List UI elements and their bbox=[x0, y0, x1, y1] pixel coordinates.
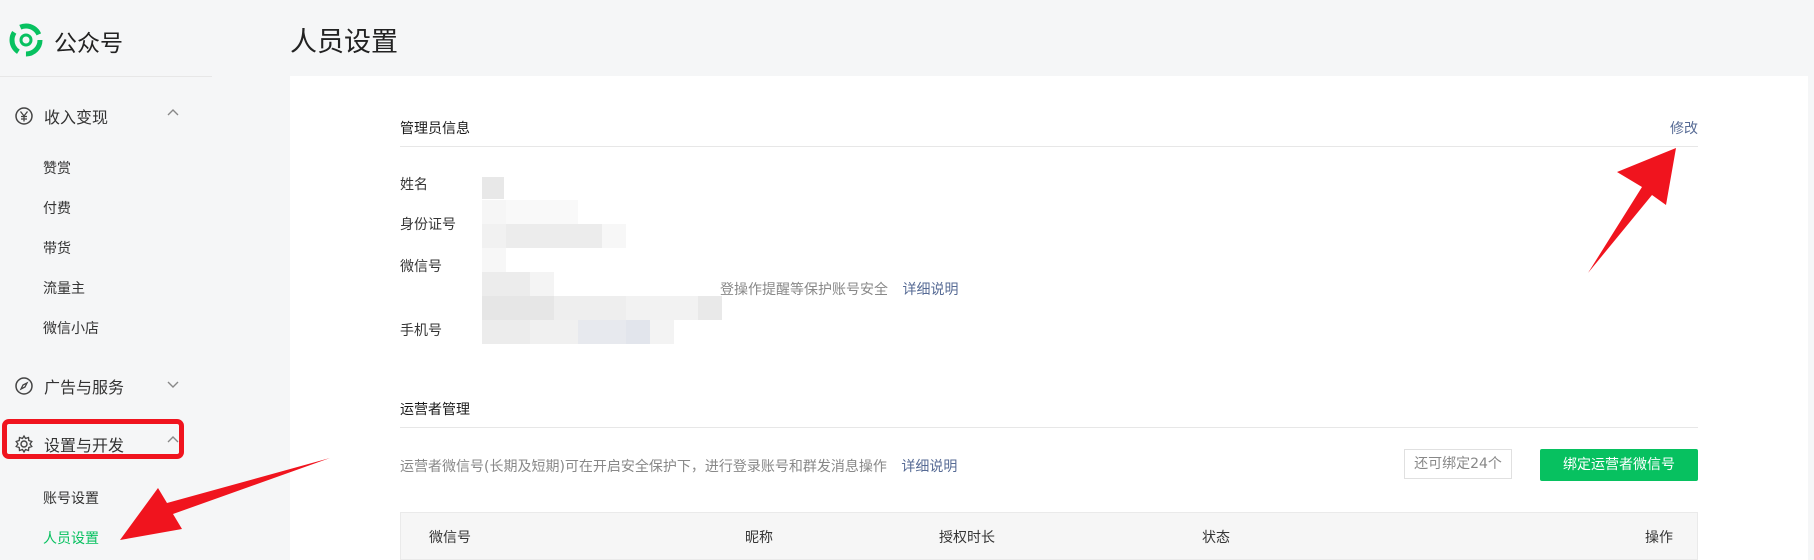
sidebar-item-account-settings[interactable]: 账号设置 bbox=[43, 488, 99, 508]
sidebar-item-people-settings[interactable]: 人员设置 bbox=[43, 528, 99, 548]
sidebar-item-reward[interactable]: 赞赏 bbox=[43, 158, 71, 178]
wechat-detail-link[interactable]: 详细说明 bbox=[902, 282, 958, 298]
compass-icon bbox=[15, 377, 33, 395]
page-title: 人员设置 bbox=[290, 27, 398, 58]
operators-hint-text: 运营者微信号(长期及短期)可在开启安全保护下，进行登录账号和群发消息操作 bbox=[400, 459, 887, 475]
operators-hint: 运营者微信号(长期及短期)可在开启安全保护下，进行登录账号和群发消息操作 详细说… bbox=[400, 456, 957, 476]
column-header-auth-duration: 授权时长 bbox=[939, 530, 995, 546]
section-divider bbox=[400, 427, 1698, 428]
sidebar-item-traffic-owner[interactable]: 流量主 bbox=[43, 278, 85, 298]
sidebar-item-sales[interactable]: 带货 bbox=[43, 238, 71, 258]
sidebar-item-paid[interactable]: 付费 bbox=[43, 198, 71, 218]
section-divider bbox=[400, 146, 1698, 147]
nav-group-label: 广告与服务 bbox=[44, 378, 125, 397]
admin-section-title: 管理员信息 bbox=[400, 121, 470, 137]
column-header-status: 状态 bbox=[1202, 530, 1230, 546]
wechat-official-account-logo-icon bbox=[9, 23, 43, 57]
column-header-actions: 操作 bbox=[1645, 530, 1673, 546]
nav-group-label: 收入变现 bbox=[44, 108, 109, 127]
wechat-security-hint: 登操作提醒等保护账号安全 详细说明 bbox=[720, 279, 958, 299]
annotation-highlight-box bbox=[2, 419, 184, 459]
sidebar: 公众号 收入变现 赞赏 付费 带货 流量主 微信小店 广告与服务 设置与开发 账… bbox=[0, 0, 290, 560]
column-header-wechat-id: 微信号 bbox=[429, 530, 471, 546]
operators-table-header: 微信号 昵称 授权时长 状态 操作 bbox=[400, 512, 1698, 560]
chevron-up-icon[interactable] bbox=[165, 105, 181, 121]
sidebar-divider bbox=[0, 76, 212, 77]
name-label: 姓名 bbox=[400, 177, 428, 193]
wechat-id-label: 微信号 bbox=[400, 259, 442, 275]
wechat-hint-text: 登操作提醒等保护账号安全 bbox=[720, 282, 888, 298]
edit-admin-link[interactable]: 修改 bbox=[1670, 118, 1698, 138]
id-number-label: 身份证号 bbox=[400, 217, 456, 233]
operators-section-title: 运营者管理 bbox=[400, 402, 470, 418]
bind-operator-button[interactable]: 绑定运营者微信号 bbox=[1540, 449, 1698, 481]
main-card: 管理员信息 修改 姓名 身份证号 微信号 登操作提醒等保护账号安全 详细说明 手… bbox=[290, 76, 1808, 560]
column-header-nickname: 昵称 bbox=[745, 530, 773, 546]
phone-label: 手机号 bbox=[400, 323, 442, 339]
sidebar-item-mini-store[interactable]: 微信小店 bbox=[43, 318, 99, 338]
remaining-bind-count: 还可绑定24个 bbox=[1404, 449, 1512, 479]
yen-circle-icon bbox=[15, 107, 33, 125]
operators-detail-link[interactable]: 详细说明 bbox=[901, 459, 957, 475]
chevron-down-icon[interactable] bbox=[165, 376, 181, 392]
nav-group-ads-services[interactable]: 广告与服务 bbox=[14, 374, 124, 398]
nav-group-income[interactable]: 收入变现 bbox=[14, 104, 108, 128]
brand-name: 公众号 bbox=[54, 31, 123, 57]
